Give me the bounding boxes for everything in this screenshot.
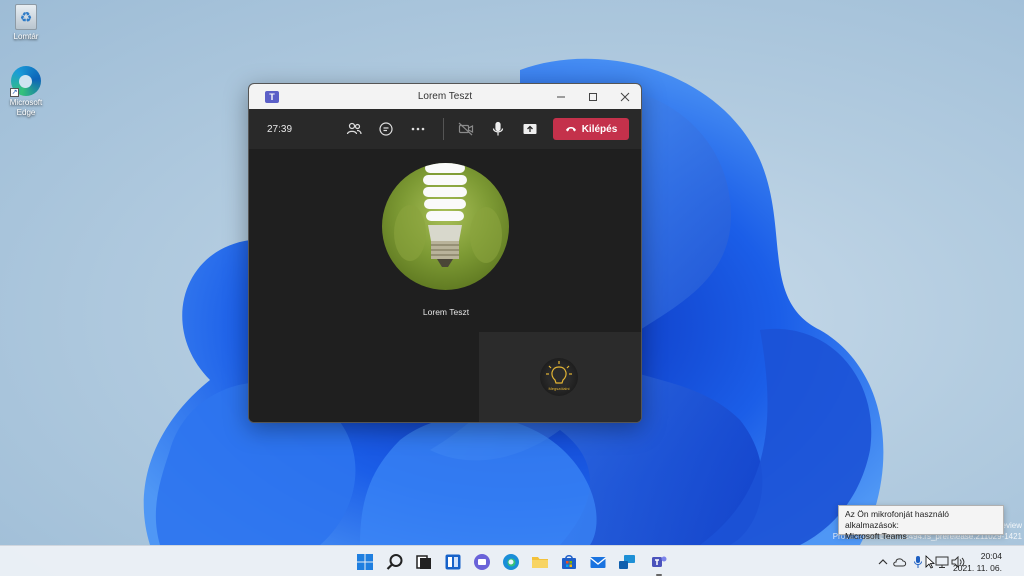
self-avatar-text: Megszólalni [548, 386, 569, 391]
edge-icon [503, 554, 519, 570]
maximize-icon [589, 92, 597, 101]
self-avatar: Megszólalni [540, 358, 578, 396]
shortcut-arrow-icon: ↗ [10, 88, 19, 97]
call-stage: Lorem Teszt Megszólalni [249, 149, 641, 422]
leave-label: Kilépés [581, 123, 618, 135]
widgets-icon [445, 554, 461, 570]
cloud-icon [893, 558, 907, 567]
network-icon [935, 556, 949, 568]
self-lightbulb-icon: Megszólalni [546, 361, 572, 391]
search-button[interactable] [384, 551, 406, 573]
task-view-button[interactable] [413, 551, 435, 573]
microphone-usage-tooltip: Az Ön mikrofonját használó alkalmazások:… [838, 505, 1004, 541]
hang-up-icon [565, 127, 576, 132]
show-hidden-icons-button[interactable] [876, 555, 890, 569]
close-icon [620, 92, 630, 101]
desktop-icon-label: Microsoft Edge [9, 98, 43, 117]
taskbar-clock[interactable]: 20:04 2021. 11. 06. [953, 550, 1002, 574]
desktop-icon-recycle-bin[interactable]: ♻ Lomtár [0, 4, 52, 42]
tooltip-line1: Az Ön mikrofonját használó alkalmazások: [845, 509, 949, 530]
people-icon [346, 122, 362, 135]
more-actions-button[interactable] [409, 120, 427, 138]
teams-chat-button[interactable] [471, 551, 493, 573]
microphone-tray-icon [914, 556, 922, 568]
chat-icon [379, 122, 393, 136]
teams-app-button[interactable] [648, 551, 670, 573]
window-titlebar[interactable]: T Lorem Teszt [249, 84, 641, 109]
toolbar-divider [443, 118, 444, 140]
chat-button[interactable] [377, 120, 395, 138]
file-explorer-button[interactable] [529, 551, 551, 573]
minimize-icon [557, 96, 565, 97]
cursor-icon [925, 555, 935, 569]
more-icon [411, 127, 425, 131]
caller-avatar [382, 163, 509, 290]
lightbulb-icon [394, 163, 502, 267]
edge-taskbar-button[interactable] [500, 551, 522, 573]
mail-button[interactable] [587, 551, 609, 573]
start-button[interactable] [354, 551, 376, 573]
widgets-button[interactable] [442, 551, 464, 573]
desktop-icon-edge[interactable]: Microsoft Edge [0, 66, 52, 118]
share-icon [523, 124, 537, 134]
self-view-tile: Megszólalni [479, 332, 641, 422]
maximize-button[interactable] [577, 84, 609, 109]
caller-name: Lorem Teszt [422, 307, 470, 317]
quick-assist-icon [619, 555, 635, 569]
tooltip-line2: Microsoft Teams [845, 531, 907, 541]
call-timer: 27:39 [267, 123, 293, 135]
build-watermark-line1: eview [1001, 521, 1022, 530]
teams-icon [652, 556, 667, 567]
network-tray-button[interactable] [935, 555, 949, 569]
mic-toggle-button[interactable] [489, 120, 507, 138]
camera-off-icon [458, 122, 474, 136]
microphone-icon [492, 121, 504, 136]
task-view-icon [416, 555, 431, 569]
share-screen-button[interactable] [521, 120, 539, 138]
camera-toggle-button[interactable] [457, 120, 475, 138]
folder-icon [532, 557, 548, 568]
recycle-bin-icon: ♻ [15, 4, 37, 30]
leave-call-button[interactable]: Kilépés [553, 118, 629, 140]
call-toolbar: 27:39 Kilépés [249, 109, 641, 149]
quick-assist-button[interactable] [616, 551, 638, 573]
minimize-button[interactable] [545, 84, 577, 109]
store-button[interactable] [558, 551, 580, 573]
desktop-icon-label: Lomtár [13, 32, 39, 41]
store-icon [562, 555, 576, 569]
clock-time: 20:04 [980, 551, 1002, 561]
onedrive-tray-button[interactable] [893, 555, 907, 569]
teams-call-window: T Lorem Teszt 27:39 Kilépés Lorem Teszt … [248, 83, 642, 423]
taskbar: 20:04 2021. 11. 06. [0, 545, 1024, 576]
close-button[interactable] [609, 84, 641, 109]
chevron-up-icon [878, 559, 888, 565]
windows-logo-icon [357, 554, 373, 570]
participants-button[interactable] [345, 120, 363, 138]
search-icon [386, 554, 403, 570]
clock-date: 2021. 11. 06. [953, 563, 1002, 573]
mail-icon [590, 557, 606, 568]
teams-chat-icon [474, 554, 490, 570]
